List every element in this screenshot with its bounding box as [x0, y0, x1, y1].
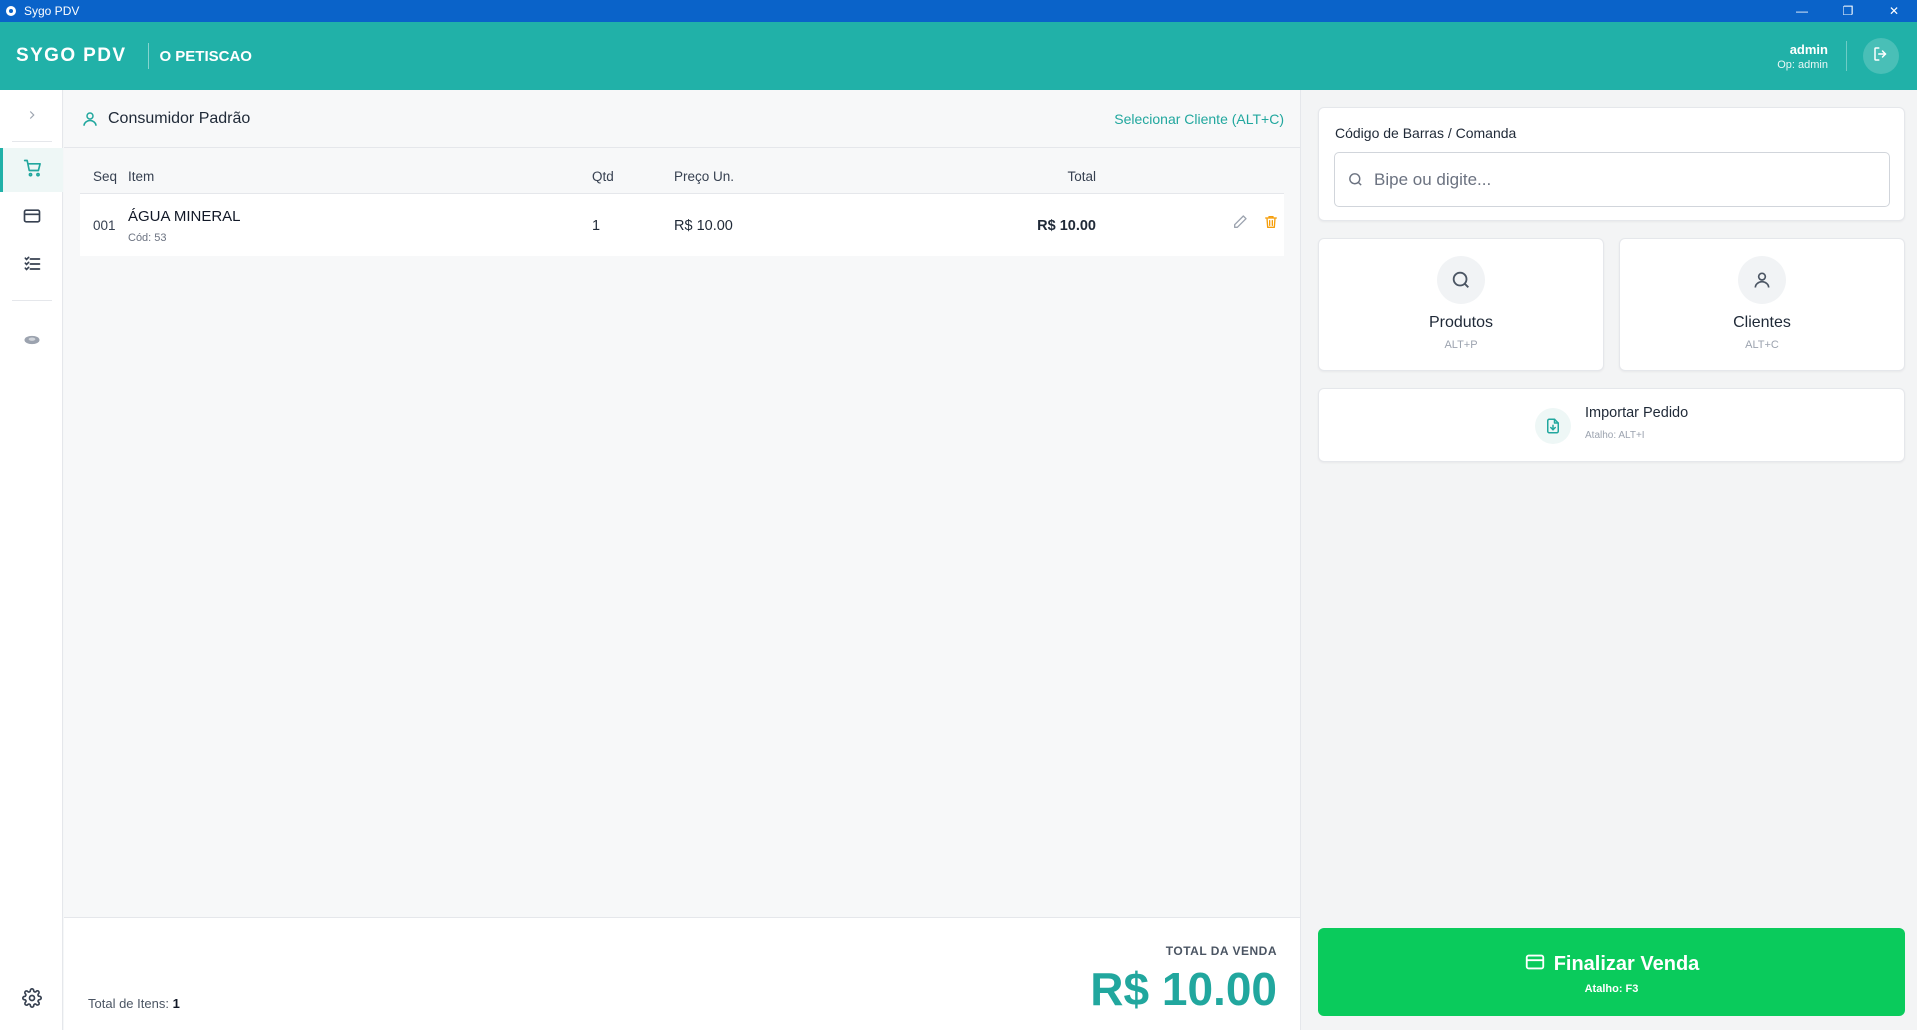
barcode-card: Código de Barras / Comanda — [1318, 107, 1905, 221]
row-seq: 001 — [93, 218, 116, 233]
user-info: admin Op: admin — [1777, 42, 1828, 71]
sidebar-item-payments[interactable] — [0, 196, 63, 240]
select-client-link[interactable]: Selecionar Cliente (ALT+C) — [1114, 111, 1284, 127]
brand-name: SYGO PDV — [16, 45, 127, 66]
maximize-button[interactable]: ❐ — [1825, 0, 1871, 22]
sale-total-value: R$ 10.00 — [1090, 963, 1277, 1015]
credit-card-icon — [22, 206, 42, 231]
items-count-value: 1 — [172, 996, 180, 1011]
trash-icon[interactable] — [1263, 214, 1279, 235]
user-icon — [1738, 256, 1786, 304]
column-qty: Qtd — [592, 169, 614, 184]
sale-panel: Consumidor Padrão Selecionar Cliente (AL… — [64, 90, 1300, 917]
sidebar-divider — [12, 300, 52, 301]
sidebar-expand-button[interactable] — [0, 95, 63, 139]
import-order-button[interactable]: Importar Pedido Atalho: ALT+I — [1318, 388, 1905, 462]
table-row[interactable]: 001 ÁGUA MINERAL Cód: 53 1 R$ 10.00 R$ 1… — [80, 194, 1284, 256]
items-count: Total de Itens: 1 — [88, 996, 180, 1011]
close-button[interactable]: ✕ — [1871, 0, 1917, 22]
app-logo-icon — [4, 4, 18, 18]
chevron-right-icon — [25, 108, 39, 127]
header-separator — [1846, 41, 1847, 71]
sidebar-item-brand[interactable] — [0, 320, 63, 364]
row-qty: 1 — [592, 218, 601, 234]
items-table-header: Seq Item Qtd Preço Un. Total — [80, 160, 1284, 194]
column-total: Total — [1067, 169, 1096, 184]
finalize-sale-label: Finalizar Venda — [1553, 953, 1700, 975]
window-titlebar: Sygo PDV — ❐ ✕ — [0, 0, 1917, 22]
sidebar-item-orders[interactable] — [0, 244, 63, 288]
pencil-icon[interactable] — [1232, 214, 1248, 235]
row-item-code: Cód: 53 — [128, 232, 167, 244]
row-item-name: ÁGUA MINERAL — [128, 208, 241, 225]
column-seq: Seq — [93, 169, 118, 184]
clients-label: Clientes — [1733, 314, 1791, 331]
sidebar — [0, 90, 63, 1030]
user-name: admin — [1789, 41, 1828, 57]
app-header: SYGO PDV O PETISCAO admin Op: admin — [0, 22, 1917, 90]
customer-bar: Consumidor Padrão Selecionar Cliente (AL… — [64, 90, 1300, 148]
clients-button[interactable]: Clientes ALT+C — [1619, 238, 1905, 371]
search-icon — [1437, 256, 1485, 304]
customer-name: Consumidor Padrão — [108, 109, 251, 127]
logout-icon — [1872, 45, 1890, 68]
list-icon — [22, 254, 42, 279]
import-order-label: Importar Pedido — [1585, 405, 1689, 421]
user-icon — [81, 110, 99, 128]
minimize-button[interactable]: — — [1779, 0, 1825, 22]
actions-panel: Código de Barras / Comanda Produtos ALT+… — [1300, 90, 1917, 1030]
column-item: Item — [128, 169, 155, 184]
clients-shortcut: ALT+C — [1745, 339, 1779, 351]
barcode-input[interactable] — [1374, 169, 1854, 190]
products-shortcut: ALT+P — [1444, 339, 1478, 351]
column-price: Preço Un. — [674, 169, 735, 184]
cart-icon — [23, 158, 43, 183]
search-icon — [1347, 171, 1364, 188]
finalize-sale-shortcut: Atalho: F3 — [1584, 983, 1639, 995]
sidebar-item-settings[interactable] — [0, 978, 63, 1022]
cloud-logo-icon — [22, 332, 42, 353]
file-download-icon — [1535, 408, 1571, 444]
barcode-input-wrapper[interactable] — [1334, 152, 1890, 207]
header-divider — [148, 43, 150, 69]
products-label: Produtos — [1428, 314, 1494, 331]
row-total: R$ 10.00 — [1037, 218, 1096, 234]
sidebar-item-sales[interactable] — [0, 148, 63, 192]
sale-total-label: TOTAL DA VENDA — [1165, 944, 1277, 958]
gear-icon — [21, 987, 42, 1013]
operator-label: Op: admin — [1777, 58, 1828, 71]
items-count-label: Total de Itens: — [88, 996, 169, 1011]
import-order-shortcut: Atalho: ALT+I — [1585, 430, 1645, 441]
window-title: Sygo PDV — [24, 4, 80, 18]
logout-button[interactable] — [1863, 38, 1899, 74]
store-name: O PETISCAO — [159, 47, 252, 65]
sale-footer: Total de Itens: 1 TOTAL DA VENDA R$ 10.0… — [64, 917, 1300, 1030]
credit-card-icon — [1524, 951, 1546, 978]
barcode-label: Código de Barras / Comanda — [1335, 125, 1517, 141]
sidebar-divider — [12, 141, 52, 142]
finalize-sale-button[interactable]: Finalizar Venda Atalho: F3 — [1318, 928, 1905, 1016]
row-price: R$ 10.00 — [674, 218, 733, 234]
products-button[interactable]: Produtos ALT+P — [1318, 238, 1604, 371]
